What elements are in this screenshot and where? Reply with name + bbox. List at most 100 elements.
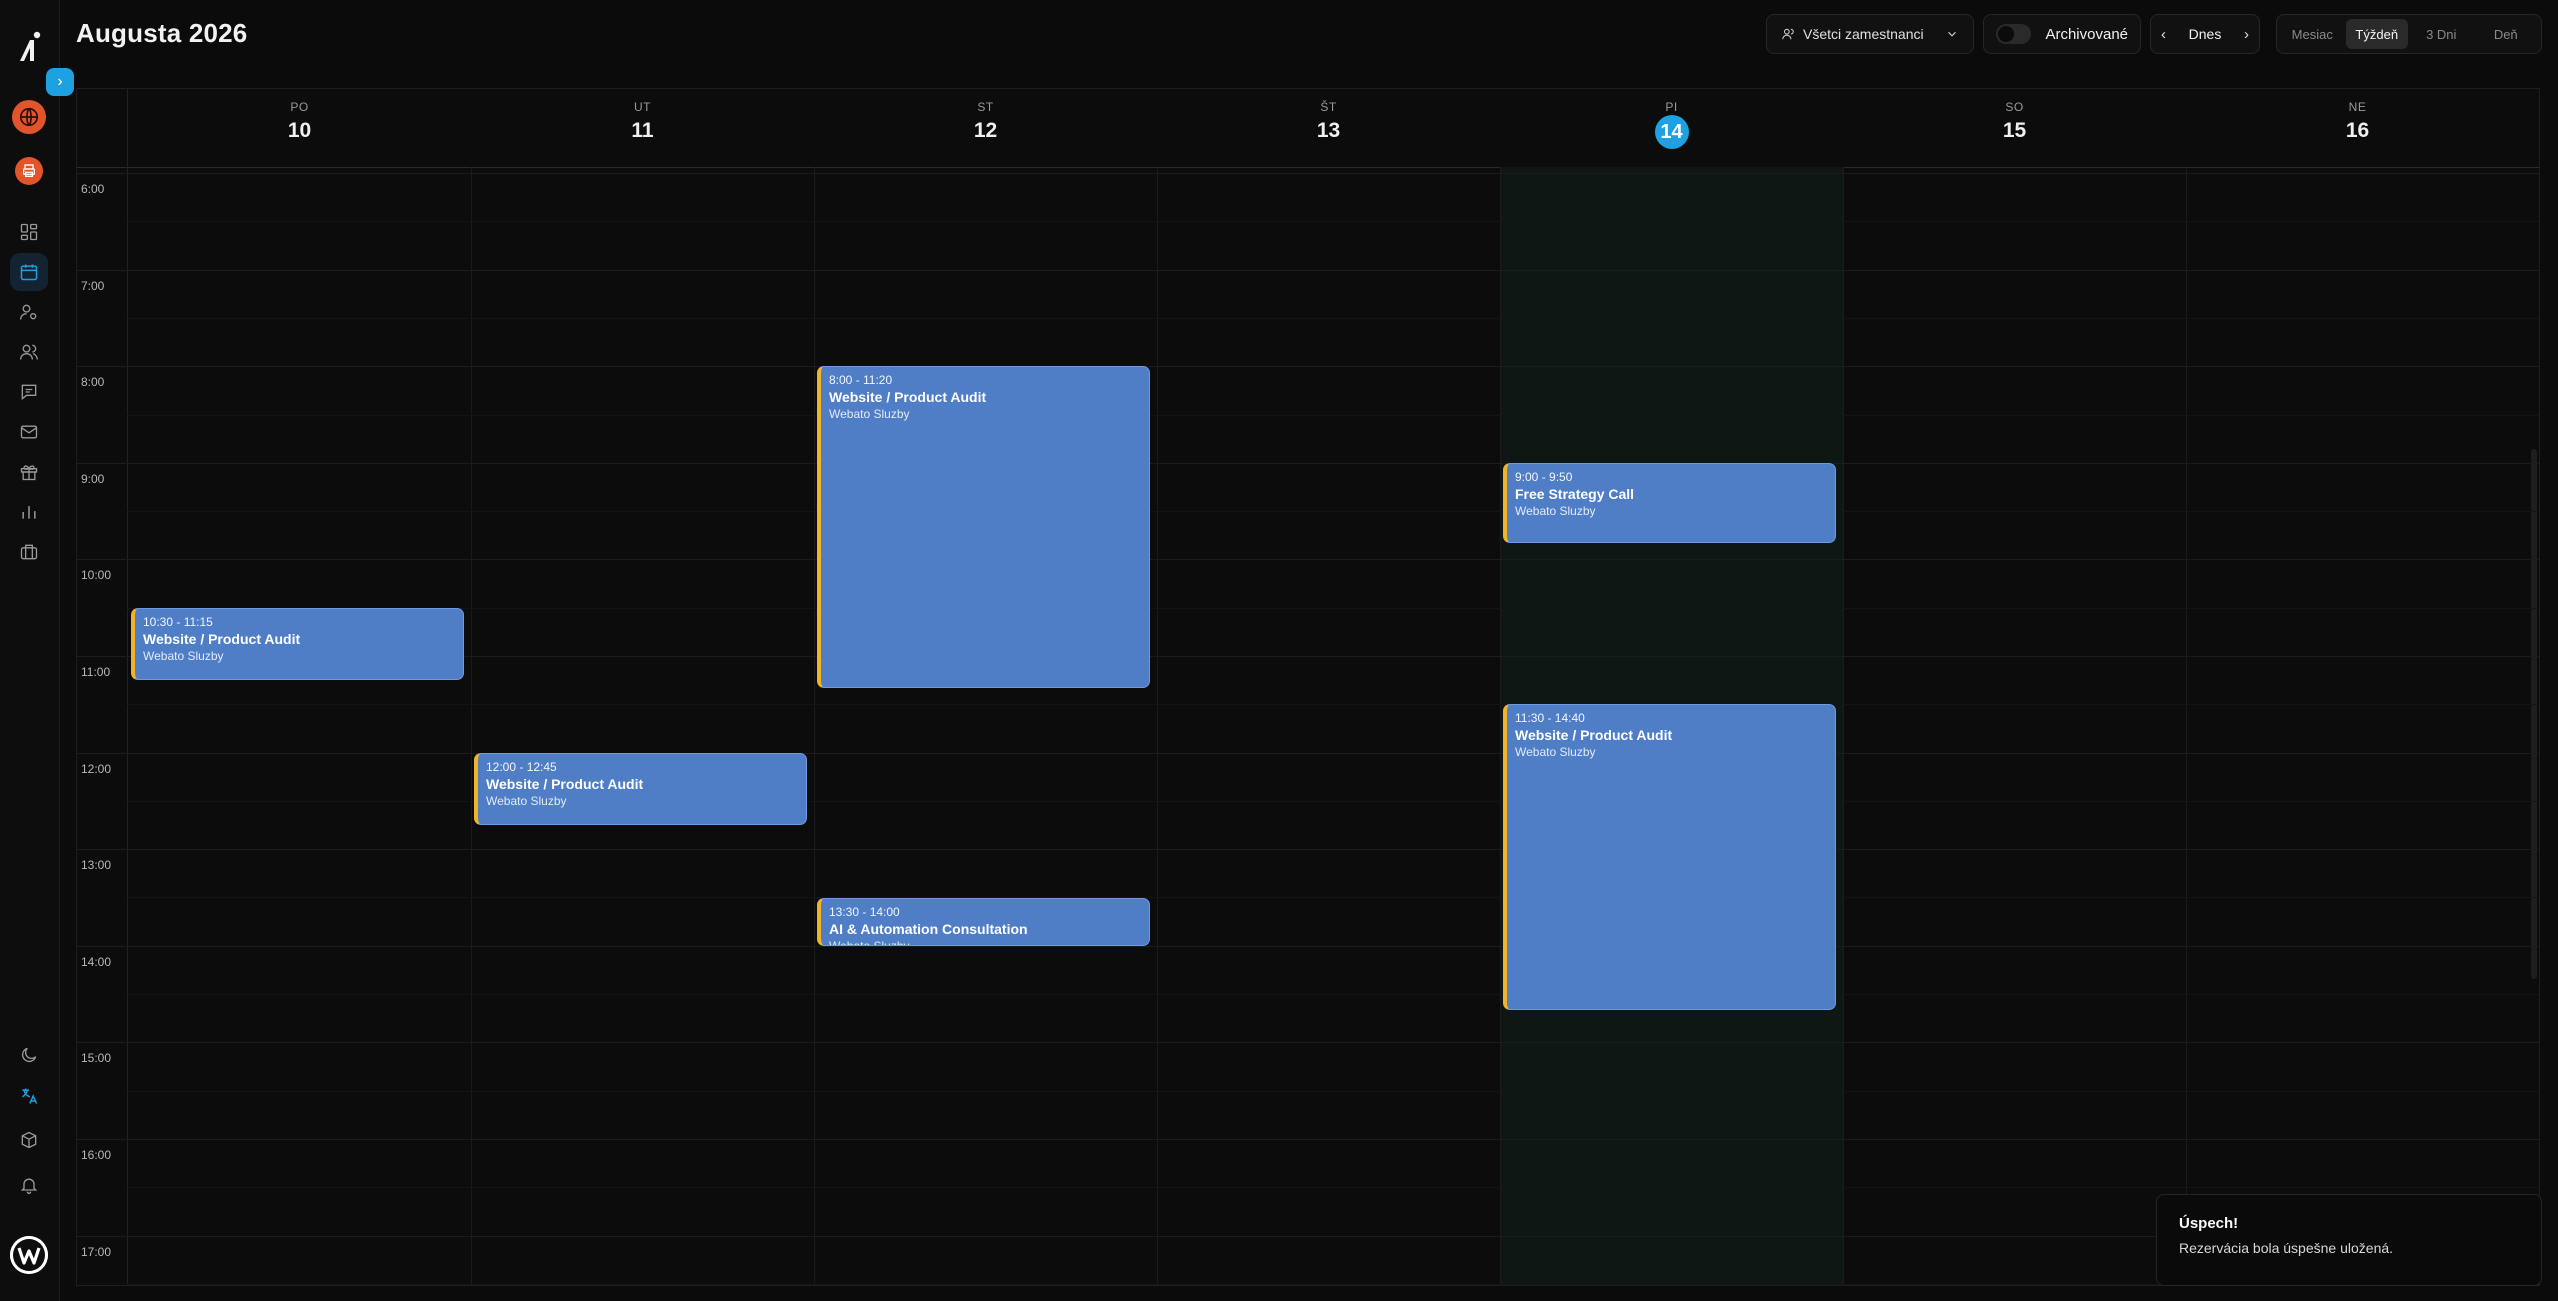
event-title: AI & Automation Consultation bbox=[829, 921, 1028, 937]
event-time: 8:00 - 11:20 bbox=[829, 373, 893, 387]
prev-week-button[interactable]: ‹ bbox=[2161, 26, 2166, 43]
hour-label: 16:00 bbox=[81, 1148, 112, 1162]
success-toast: Úspech! Rezervácia bola úspešne uložená. bbox=[2156, 1194, 2542, 1286]
day-header-6[interactable]: NE 16 bbox=[2186, 89, 2529, 167]
toast-title: Úspech! bbox=[2179, 1215, 2239, 1232]
event-title: Website / Product Audit bbox=[1515, 727, 1673, 743]
hour-gridline bbox=[77, 1042, 2539, 1043]
day-number: 15 bbox=[2002, 119, 2027, 142]
day-number: 11 bbox=[631, 119, 654, 142]
column-divider bbox=[1157, 167, 1158, 1285]
half-hour-gridline bbox=[127, 511, 2539, 512]
globe-icon[interactable] bbox=[12, 100, 46, 134]
calendar-event[interactable]: 10:30 - 11:15 Website / Product Audit Weba… bbox=[131, 608, 464, 680]
column-divider bbox=[2186, 167, 2187, 1285]
week-calendar: PO 10 UT 11 ST 12 ŠT 13 PI 14 SO 15 NE 16 6:00 7:00 8:00… bbox=[76, 88, 2540, 1286]
next-week-button[interactable]: › bbox=[2244, 26, 2249, 43]
day-header-2[interactable]: ST 12 bbox=[814, 89, 1157, 167]
user-icon bbox=[1782, 28, 1794, 40]
chat-icon[interactable] bbox=[10, 373, 48, 411]
day-header-3[interactable]: ŠT 13 bbox=[1157, 89, 1500, 167]
hour-label: 10:00 bbox=[81, 568, 112, 582]
hour-label: 15:00 bbox=[81, 1051, 112, 1065]
calendar-scrollbar[interactable] bbox=[2531, 449, 2537, 979]
half-hour-gridline bbox=[127, 704, 2539, 705]
gift-icon[interactable] bbox=[10, 453, 48, 491]
hour-label: 6:00 bbox=[81, 182, 105, 196]
archived-label: Archivované bbox=[2045, 25, 2128, 43]
event-title: Website / Product Audit bbox=[829, 389, 987, 405]
half-hour-gridline bbox=[127, 1187, 2539, 1188]
translate-icon[interactable] bbox=[10, 1077, 48, 1115]
view-3days-tab[interactable]: 3 Dni bbox=[2410, 19, 2473, 49]
employee-filter-label: Všetci zamestnanci bbox=[1803, 26, 1924, 42]
header-divider bbox=[77, 167, 2539, 168]
day-header-4[interactable]: PI 14 bbox=[1500, 89, 1843, 167]
dashboard-icon[interactable] bbox=[10, 213, 48, 251]
view-month-tab[interactable]: Mesiac bbox=[2281, 19, 2344, 49]
hour-gridline bbox=[77, 366, 2539, 367]
chart-icon[interactable] bbox=[10, 493, 48, 531]
users-icon[interactable] bbox=[10, 333, 48, 371]
today-button[interactable]: Dnes bbox=[2189, 26, 2222, 42]
hour-gridline bbox=[77, 1139, 2539, 1140]
day-header-0[interactable]: PO 10 bbox=[128, 89, 471, 167]
box-icon[interactable] bbox=[10, 1121, 48, 1159]
calendar-event[interactable]: 13:30 - 14:00 AI & Automation Consultatio… bbox=[817, 898, 1150, 946]
archived-toggle[interactable] bbox=[1996, 24, 2032, 44]
event-title: Website / Product Audit bbox=[486, 776, 644, 792]
half-hour-gridline bbox=[127, 994, 2539, 995]
day-number-wrapper: 14 bbox=[1500, 115, 1843, 149]
event-subtitle: Webato Sluzby bbox=[829, 939, 910, 946]
day-header-5[interactable]: SO 15 bbox=[1843, 89, 2186, 167]
calendar-event[interactable]: 12:00 - 12:45 Website / Product Audit Weba… bbox=[474, 753, 807, 825]
day-of-week-label: UT bbox=[634, 100, 651, 114]
event-time: 10:30 - 11:15 bbox=[143, 615, 213, 629]
bell-icon[interactable] bbox=[10, 1166, 48, 1204]
half-hour-gridline bbox=[127, 221, 2539, 222]
column-divider bbox=[814, 167, 815, 1285]
view-week-tab[interactable]: Týždeň bbox=[2345, 19, 2408, 49]
printer-icon[interactable] bbox=[15, 157, 43, 185]
hour-gridline bbox=[77, 849, 2539, 850]
hour-label: 7:00 bbox=[81, 279, 105, 293]
column-divider bbox=[1500, 167, 1501, 1285]
calendar-event[interactable]: 11:30 - 14:40 Website / Product Audit Weba… bbox=[1503, 704, 1836, 1010]
hour-label: 13:00 bbox=[81, 858, 112, 872]
hour-gridline bbox=[77, 559, 2539, 560]
view-switcher: Mesiac Týždeň 3 Dni Deň bbox=[2276, 14, 2542, 54]
hour-label: 8:00 bbox=[81, 375, 105, 389]
mail-icon[interactable] bbox=[10, 413, 48, 451]
day-of-week-label: NE bbox=[2348, 100, 2367, 114]
calendar-event[interactable]: 9:00 - 9:50 Free Strategy Call Webato Sluz… bbox=[1503, 463, 1836, 543]
event-subtitle: Webato Sluzby bbox=[486, 794, 567, 808]
app-root: › Augusta 2026 Všetci zamestnanci Archiv… bbox=[0, 0, 2558, 1301]
day-of-week-label: PI bbox=[1665, 100, 1678, 114]
app-logo-icon[interactable] bbox=[16, 30, 44, 64]
half-hour-gridline bbox=[127, 318, 2539, 319]
hour-gridline bbox=[77, 753, 2539, 754]
calendar-icon[interactable] bbox=[10, 253, 48, 291]
day-number: 13 bbox=[1316, 119, 1341, 142]
calendar-event[interactable]: 8:00 - 11:20 Website / Product Audit Webat… bbox=[817, 366, 1150, 688]
hour-label: 12:00 bbox=[81, 762, 112, 776]
sidebar-expand-button[interactable]: › bbox=[46, 68, 74, 96]
briefcase-icon[interactable] bbox=[10, 533, 48, 571]
employee-filter-select[interactable]: Všetci zamestnanci bbox=[1766, 14, 1974, 54]
day-header-1[interactable]: UT 11 bbox=[471, 89, 814, 167]
moon-icon[interactable] bbox=[10, 1036, 48, 1074]
half-hour-gridline bbox=[127, 897, 2539, 898]
avatar[interactable] bbox=[10, 1236, 48, 1274]
hour-label: 14:00 bbox=[81, 955, 112, 969]
date-navigation: ‹ Dnes › bbox=[2150, 14, 2260, 54]
toast-message: Rezervácia bola úspešne uložená. bbox=[2179, 1240, 2394, 1256]
view-day-tab[interactable]: Deň bbox=[2475, 19, 2538, 49]
chevron-down-icon bbox=[1948, 31, 1956, 37]
day-of-week-label: ST bbox=[977, 100, 994, 114]
day-number: 12 bbox=[973, 119, 998, 142]
page-title: Augusta 2026 bbox=[76, 18, 248, 48]
hour-label: 17:00 bbox=[81, 1245, 112, 1259]
user-settings-icon[interactable] bbox=[10, 293, 48, 331]
hour-gridline bbox=[77, 463, 2539, 464]
event-title: Website / Product Audit bbox=[143, 631, 301, 647]
